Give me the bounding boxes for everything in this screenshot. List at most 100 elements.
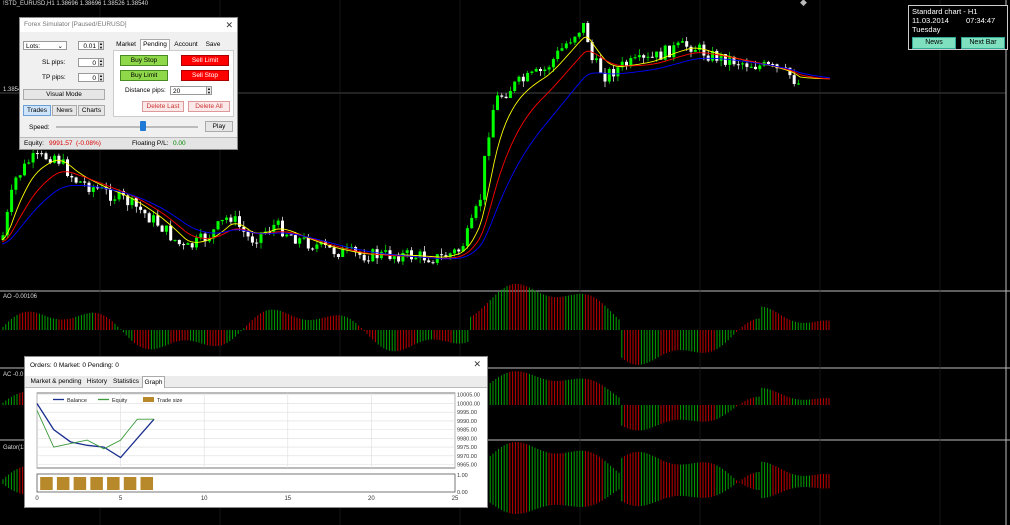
tp-pips-label: TP pips:	[42, 74, 66, 81]
candle-body	[177, 239, 181, 245]
chevron-down-icon: ⌄	[57, 43, 63, 50]
buy-limit-button[interactable]: Buy Limit	[120, 70, 168, 81]
candle-body	[281, 220, 284, 237]
tab-market[interactable]: Market	[113, 40, 139, 50]
legend-label: Equity	[112, 398, 128, 404]
candle-body	[517, 76, 521, 82]
candle-body	[311, 248, 315, 250]
chart-shift-icon[interactable]: ◆	[800, 0, 807, 8]
tab-trades[interactable]: Trades	[23, 105, 51, 116]
candle-body	[40, 153, 44, 155]
candle-body	[160, 225, 164, 232]
sim-time: 07:34:47	[966, 16, 996, 25]
tp-pips-input[interactable]: 0	[78, 73, 99, 82]
candle-body	[190, 243, 194, 248]
sl-pips-input[interactable]: 0	[78, 58, 99, 67]
candle-body	[637, 55, 641, 58]
candle-body	[560, 48, 564, 51]
tab-pending[interactable]: Pending	[140, 39, 170, 50]
speed-slider-track[interactable]	[56, 126, 198, 128]
candle-body	[216, 221, 220, 230]
tab-graph[interactable]: Graph	[142, 376, 165, 388]
candle-body	[401, 252, 405, 262]
candle-body	[603, 72, 607, 82]
tab-account[interactable]: Account	[172, 40, 200, 50]
candle-body	[173, 239, 177, 241]
delete-all-button[interactable]: Delete All	[188, 101, 230, 112]
visual-mode-button[interactable]: Visual Mode	[23, 89, 105, 100]
distance-pips-stepper[interactable]: ▲ ▼	[206, 86, 212, 95]
sim-date: 11.03.2014	[912, 16, 949, 25]
sl-pips-stepper[interactable]: ▲ ▼	[98, 58, 104, 67]
play-button[interactable]: Play	[205, 121, 233, 132]
lots-input[interactable]: 0.01	[78, 41, 99, 50]
candle-body	[534, 68, 538, 72]
candle-body	[771, 64, 775, 66]
x-tick-label: 0	[35, 496, 39, 502]
candle-body	[203, 233, 207, 242]
tab-save[interactable]: Save	[202, 40, 224, 50]
lots-select[interactable]: Lots: ⌄	[23, 41, 67, 50]
tab-news[interactable]: News	[52, 105, 77, 116]
candle-body	[14, 177, 18, 190]
trade-size-tick-label: 0.00	[457, 490, 468, 496]
candle-body	[457, 249, 461, 252]
close-icon[interactable]: ✕	[225, 18, 233, 32]
close-icon[interactable]: ✕	[473, 359, 481, 370]
trade-size-bar	[73, 477, 87, 490]
distance-pips-input[interactable]: 20	[170, 86, 207, 95]
status-box: Standard chart - H1 11.03.2014 07:34:47 …	[908, 5, 1008, 50]
sell-limit-button[interactable]: Sell Limit	[181, 55, 229, 66]
candle-body	[500, 95, 504, 97]
candle-body	[293, 235, 297, 244]
candle-body	[680, 41, 684, 43]
tab-history[interactable]: History	[85, 377, 109, 388]
candle-body	[504, 96, 508, 98]
candle-body	[612, 69, 616, 77]
candle-body	[698, 44, 702, 50]
equity-change: (-0.08%)	[76, 140, 101, 147]
next-bar-button[interactable]: Next Bar	[961, 37, 1005, 49]
candle-body	[147, 213, 151, 223]
forex-simulator-panel: Forex Simulator [Paused/EURUSD] ✕ Lots: …	[19, 17, 238, 150]
y-tick-label: 9980.00	[457, 436, 477, 442]
candle-body	[547, 67, 551, 70]
candle-body	[238, 216, 241, 227]
tab-charts[interactable]: Charts	[78, 105, 105, 116]
candle-body	[650, 56, 654, 58]
candle-body	[474, 206, 478, 218]
candle-body	[526, 72, 530, 82]
sell-stop-button[interactable]: Sell Stop	[181, 70, 229, 81]
candle-body	[220, 219, 224, 222]
lots-stepper[interactable]: ▲ ▼	[98, 41, 104, 50]
delete-last-button[interactable]: Delete Last	[142, 101, 184, 112]
candle-body	[18, 175, 22, 178]
candle-body	[255, 242, 259, 244]
simulator-titlebar[interactable]: Forex Simulator [Paused/EURUSD] ✕	[20, 18, 237, 32]
lots-label: Lots:	[26, 43, 41, 50]
tab-market-pending[interactable]: Market & pending	[28, 377, 84, 388]
graph-plot-area	[36, 392, 456, 469]
trade-size-bar	[123, 477, 137, 490]
candle-body	[483, 155, 487, 200]
buy-stop-button[interactable]: Buy Stop	[120, 55, 168, 66]
candle-body	[83, 181, 87, 183]
news-button[interactable]: News	[912, 37, 956, 49]
floating-pl-value: 0.00	[173, 140, 186, 147]
candle-body	[109, 189, 112, 201]
tab-statistics[interactable]: Statistics	[111, 377, 141, 388]
x-tick-label: 15	[284, 496, 291, 502]
trade-size-bar	[40, 477, 53, 490]
candle-body	[491, 109, 495, 138]
legend-label: Trade size	[157, 398, 182, 404]
candle-body	[594, 58, 598, 61]
speed-slider-thumb[interactable]	[140, 121, 146, 131]
candle-body	[182, 244, 186, 246]
candle-body	[465, 228, 469, 247]
candle-body	[186, 243, 190, 245]
sl-pips-label: SL pips:	[42, 59, 66, 66]
candle-body	[797, 83, 800, 85]
speed-label: Speed:	[29, 124, 50, 131]
candle-body	[392, 256, 396, 260]
tp-pips-stepper[interactable]: ▲ ▼	[98, 73, 104, 82]
